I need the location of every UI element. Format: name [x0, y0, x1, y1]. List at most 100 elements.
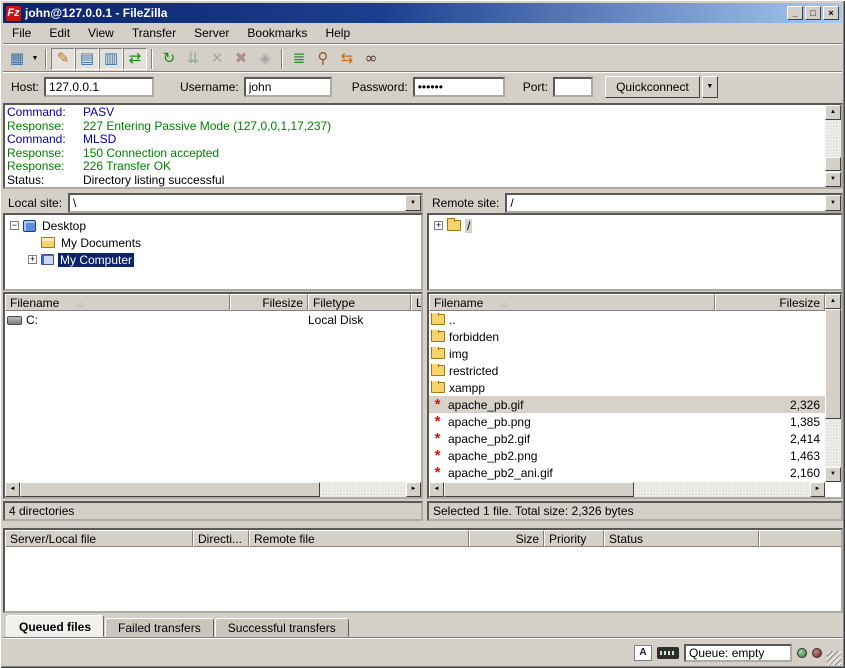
column-header-filesize[interactable]: Filesize	[230, 294, 308, 311]
remote-vscrollbar[interactable]: ▲ ▼	[825, 294, 841, 482]
drive-icon	[7, 316, 22, 325]
local-hscrollbar[interactable]: ◄ ►	[5, 482, 421, 497]
column-header-server-local-file[interactable]: Server/Local file	[5, 530, 193, 547]
file-search-button[interactable]: ∞	[359, 48, 383, 70]
title-bar[interactable]: Fz john@127.0.0.1 - FileZilla _ □ ×	[3, 3, 842, 23]
chevron-down-icon[interactable]: ▼	[405, 195, 421, 211]
filter-button[interactable]: ≣	[287, 48, 311, 70]
expand-icon[interactable]: +	[28, 255, 37, 264]
column-header-directi-[interactable]: Directi...	[193, 530, 249, 547]
tab-failed-transfers[interactable]: Failed transfers	[105, 618, 214, 637]
column-header-status[interactable]: Status	[604, 530, 759, 547]
quickconnect-button[interactable]: Quickconnect	[605, 76, 700, 98]
remote-hscrollbar-thumb[interactable]	[444, 482, 634, 497]
toggle-local-tree-button[interactable]: ▤	[75, 48, 99, 70]
column-header-filetype[interactable]: Filetype	[308, 294, 411, 311]
menu-server[interactable]: Server	[185, 24, 238, 42]
file-row[interactable]: ..	[429, 311, 825, 328]
file-row[interactable]: restricted	[429, 362, 825, 379]
file-row[interactable]: *apache_pb2_ani.gif2,160	[429, 464, 825, 481]
folder-icon	[431, 348, 445, 359]
column-header-blank[interactable]	[759, 530, 843, 547]
menu-bookmarks[interactable]: Bookmarks	[238, 24, 316, 42]
chevron-down-icon[interactable]: ▼	[825, 195, 841, 211]
remote-site-combo[interactable]: / ▼	[505, 193, 843, 213]
led-red-icon	[812, 648, 822, 658]
directory-comparison-button[interactable]: ⚲	[311, 48, 335, 70]
tree-item--[interactable]: +/	[429, 217, 841, 234]
tree-item-my-documents[interactable]: My Documents	[5, 234, 421, 251]
host-input[interactable]	[44, 77, 154, 97]
log-scrollbar-thumb[interactable]	[825, 157, 841, 171]
cancel-button[interactable]: ✕	[205, 48, 229, 70]
refresh-icon: ↻	[163, 51, 176, 66]
close-button[interactable]: ×	[823, 6, 839, 20]
scroll-left-icon[interactable]: ◄	[5, 482, 20, 497]
remote-site-row: Remote site: / ▼	[427, 192, 843, 213]
site-manager-dropdown-icon[interactable]: ▼	[29, 48, 41, 70]
toggle-remote-tree-button[interactable]: ▥	[99, 48, 123, 70]
local-site-value: \	[70, 196, 405, 210]
remote-file-list: Filename△Filesize ..forbiddenimgrestrict…	[427, 292, 843, 499]
synchronized-browsing-icon: ⇆	[341, 51, 354, 66]
scroll-left-icon[interactable]: ◄	[429, 482, 444, 497]
local-hscrollbar-thumb[interactable]	[20, 482, 320, 497]
menu-file[interactable]: File	[3, 24, 40, 42]
menu-transfer[interactable]: Transfer	[123, 24, 185, 42]
remote-hscrollbar[interactable]: ◄ ►	[429, 482, 825, 497]
reconnect-button[interactable]: ◈	[253, 48, 277, 70]
file-row[interactable]: *apache_pb.png1,385	[429, 413, 825, 430]
process-queue-button[interactable]: ⇊	[181, 48, 205, 70]
scroll-down-icon[interactable]: ▼	[825, 467, 841, 482]
password-input[interactable]	[413, 77, 505, 97]
tree-item-desktop[interactable]: −Desktop	[5, 217, 421, 234]
log-line-text: 226 Transfer OK	[83, 159, 171, 173]
toolbar-separator	[151, 49, 153, 69]
port-input[interactable]	[553, 77, 593, 97]
maximize-button[interactable]: □	[805, 6, 821, 20]
column-header-filename[interactable]: Filename△	[429, 294, 715, 311]
refresh-button[interactable]: ↻	[157, 48, 181, 70]
file-row[interactable]: img	[429, 345, 825, 362]
collapse-icon[interactable]: −	[10, 221, 19, 230]
file-row[interactable]: xampp	[429, 379, 825, 396]
file-row[interactable]: forbidden	[429, 328, 825, 345]
column-header-size[interactable]: Size	[469, 530, 544, 547]
file-row[interactable]: C:Local Disk	[5, 311, 421, 328]
toggle-message-log-button[interactable]: ✎	[51, 48, 75, 70]
log-line-text: 150 Connection accepted	[83, 146, 219, 160]
site-manager-button[interactable]: ▦	[5, 48, 29, 70]
tree-item-my-computer[interactable]: +My Computer	[5, 251, 421, 268]
expand-icon[interactable]: +	[434, 221, 443, 230]
menu-view[interactable]: View	[79, 24, 123, 42]
remote-vscrollbar-thumb[interactable]	[825, 309, 841, 419]
minimize-button[interactable]: _	[787, 6, 803, 20]
disconnect-button[interactable]: ✖	[229, 48, 253, 70]
menu-edit[interactable]: Edit	[40, 24, 79, 42]
local-site-combo[interactable]: \ ▼	[68, 193, 423, 213]
file-row[interactable]: *apache_pb2.png1,463	[429, 447, 825, 464]
scroll-right-icon[interactable]: ►	[406, 482, 421, 497]
menu-help[interactable]: Help	[316, 24, 359, 42]
username-input[interactable]	[244, 77, 332, 97]
my-computer-icon	[41, 254, 54, 265]
column-header-priority[interactable]: Priority	[544, 530, 604, 547]
scroll-up-icon[interactable]: ▲	[825, 294, 841, 309]
column-header-filename[interactable]: Filename△	[5, 294, 230, 311]
tab-successful-transfers[interactable]: Successful transfers	[215, 618, 349, 637]
file-row[interactable]: *apache_pb2.gif2,414	[429, 430, 825, 447]
file-row[interactable]: *apache_pb.gif2,326	[429, 396, 825, 413]
toggle-queue-button[interactable]: ⇄	[123, 48, 147, 70]
scroll-right-icon[interactable]: ►	[810, 482, 825, 497]
port-label: Port:	[523, 80, 548, 94]
quickconnect-dropdown-icon[interactable]: ▼	[702, 76, 718, 98]
tab-queued-files[interactable]: Queued files	[6, 615, 104, 637]
scroll-down-icon[interactable]: ▼	[825, 172, 841, 187]
column-header-filesize[interactable]: Filesize	[715, 294, 825, 311]
synchronized-browsing-button[interactable]: ⇆	[335, 48, 359, 70]
column-header-l[interactable]: L	[411, 294, 423, 311]
column-header-remote-file[interactable]: Remote file	[249, 530, 469, 547]
resize-grip[interactable]	[827, 651, 841, 665]
scroll-up-icon[interactable]: ▲	[825, 105, 841, 120]
log-scrollbar[interactable]: ▲ ▼	[825, 105, 841, 187]
